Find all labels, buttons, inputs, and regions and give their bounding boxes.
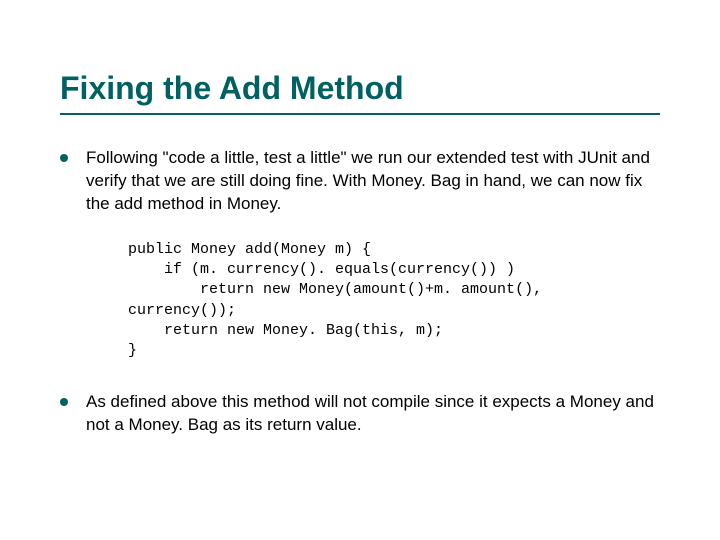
- bullet-text: Following "code a little, test a little"…: [86, 147, 660, 216]
- bullet-text: As defined above this method will not co…: [86, 391, 660, 437]
- bullet-item: As defined above this method will not co…: [60, 391, 660, 437]
- bullet-icon: [60, 398, 68, 406]
- title-underline: [60, 113, 660, 115]
- slide-title: Fixing the Add Method: [60, 70, 660, 107]
- slide: Fixing the Add Method Following "code a …: [0, 0, 720, 540]
- bullet-item: Following "code a little, test a little"…: [60, 147, 660, 216]
- code-block: public Money add(Money m) { if (m. curre…: [128, 240, 660, 362]
- bullet-icon: [60, 154, 68, 162]
